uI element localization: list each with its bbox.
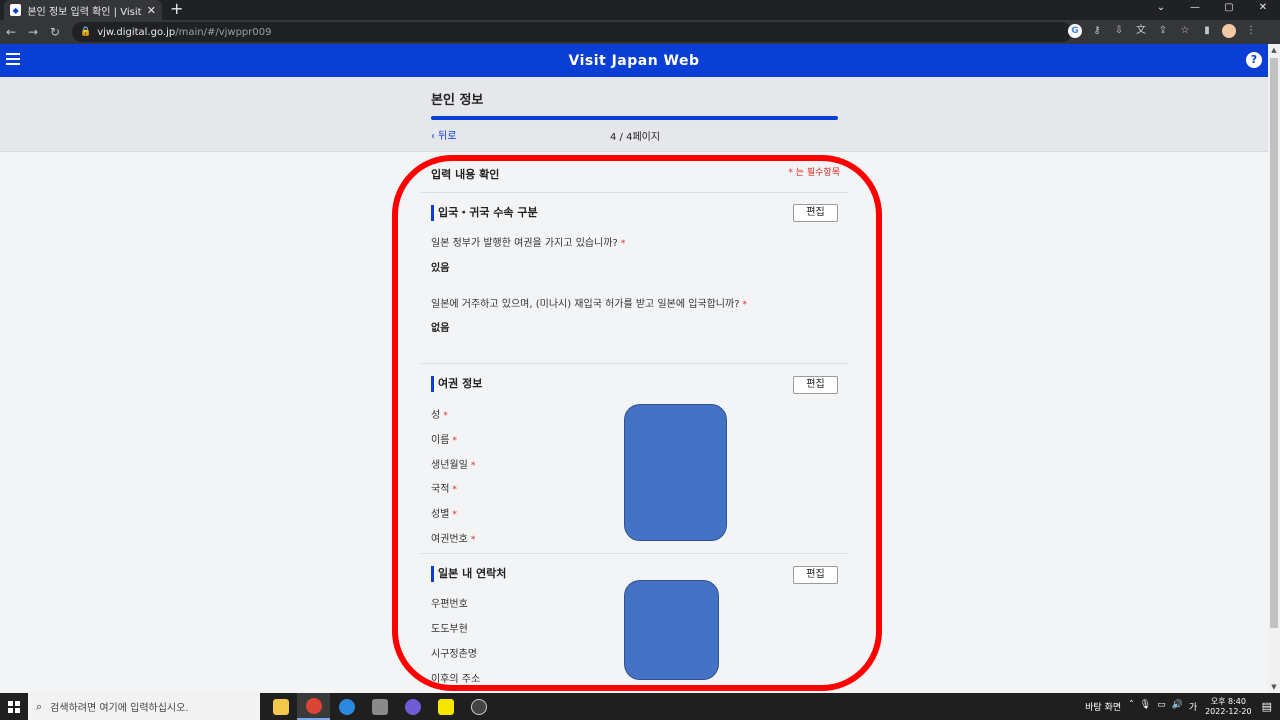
answer-reentry-permit: 없음 <box>431 323 450 334</box>
clock[interactable]: 오후 8:40 2022-12-20 <box>1205 697 1252 717</box>
label-address-rest: 이후의 주소 <box>431 674 481 685</box>
label-surname: 성 * <box>431 410 448 421</box>
site-favicon-icon: ◆ <box>10 4 22 16</box>
back-arrow-icon[interactable]: ← <box>0 25 22 39</box>
tab-search-icon[interactable]: ⌄ <box>1144 0 1178 20</box>
volume-icon[interactable]: 🔊 <box>1172 700 1183 713</box>
browser-tab-bar: ◆ 본인 정보 입력 확인 | Visit Japan Web ✕ + ⌄ — … <box>0 0 1280 20</box>
edge-icon[interactable] <box>330 693 363 720</box>
label-gender: 성별 * <box>431 509 457 520</box>
obs-icon[interactable] <box>462 693 495 720</box>
redaction-box-contact <box>624 580 719 680</box>
start-button[interactable] <box>0 693 28 720</box>
question-japanese-passport: 일본 정부가 발행한 여권을 가지고 있습니까? * <box>431 238 626 249</box>
edit-button-passport[interactable]: 편집 <box>793 376 838 394</box>
label-passport-number: 여권번호 * <box>431 534 476 545</box>
divider <box>421 553 848 554</box>
search-placeholder: 검색하려면 여기에 입력하십시오. <box>50 703 189 714</box>
desktop-toolbar-label[interactable]: 바탕 화면 <box>1085 700 1121 713</box>
address-bar[interactable]: 🔒 vjw.digital.go.jp /main/#/vjwppr009 <box>72 22 1072 42</box>
taskbar-search-input[interactable]: ⌕ 검색하려면 여기에 입력하십시오. <box>28 693 260 720</box>
app-icon[interactable] <box>363 693 396 720</box>
question-reentry-permit: 일본에 거주하고 있으며, (미나시) 재입국 허가를 받고 일본에 입국합니까… <box>431 299 748 310</box>
confirm-title: 입력 내용 확인 <box>431 168 500 181</box>
label-city: 시구정촌명 <box>431 649 477 660</box>
section-title-japan-contact: 일본 내 연락처 <box>431 566 506 582</box>
translate-icon[interactable]: 文 <box>1134 24 1148 38</box>
key-icon[interactable]: ⚷ <box>1090 24 1104 38</box>
back-link[interactable]: ‹ 뒤로 <box>431 127 457 142</box>
label-prefecture: 도도부현 <box>431 624 468 635</box>
label-given-name: 이름 * <box>431 435 457 446</box>
scroll-down-icon[interactable]: ▼ <box>1268 681 1280 693</box>
file-explorer-icon[interactable] <box>264 693 297 720</box>
section-title-entry-type: 입국・귀국 수속 구분 <box>431 205 538 221</box>
site-title: Visit Japan Web <box>568 52 700 69</box>
lock-icon: 🔒 <box>80 27 92 37</box>
browser-toolbar: ← → ↻ 🔒 vjw.digital.go.jp /main/#/vjwppr… <box>0 20 1280 44</box>
page-scrollbar[interactable]: ▲ ▼ <box>1268 44 1280 693</box>
progress-bar <box>431 116 838 120</box>
answer-japanese-passport: 있음 <box>431 263 450 274</box>
tab-close-icon[interactable]: ✕ <box>147 4 156 17</box>
chevron-up-icon[interactable]: ˄ <box>1129 700 1134 713</box>
label-nationality: 국적 * <box>431 484 457 495</box>
menu-dots-icon[interactable]: ⋮ <box>1244 24 1258 38</box>
tab-title: 본인 정보 입력 확인 | Visit Japan Web <box>27 6 142 18</box>
required-note: * 는 필수항목 <box>788 168 840 178</box>
chrome-icon[interactable] <box>297 693 330 720</box>
system-tray: 바탕 화면 ˄ 🎙 ▭ 🔊 가 오후 8:40 2022-12-20 ▤ <box>1085 693 1280 720</box>
chrome-profile-icon[interactable] <box>396 693 429 720</box>
reload-icon[interactable]: ↻ <box>44 25 66 39</box>
scroll-thumb[interactable] <box>1270 58 1278 628</box>
page-header: 본인 정보 ‹ 뒤로 4 / 4페이지 <box>0 77 1268 152</box>
close-window-button[interactable]: ✕ <box>1246 0 1280 20</box>
scroll-up-icon[interactable]: ▲ <box>1268 44 1280 56</box>
hamburger-menu-icon[interactable] <box>6 53 20 67</box>
extension-icons: G ⚷ ⇩ 文 ⇪ ☆ ▮ ⋮ <box>1068 24 1258 38</box>
edit-button-entry-type[interactable]: 편집 <box>793 204 838 222</box>
site-header: Visit Japan Web ? <box>0 44 1268 77</box>
google-icon[interactable]: G <box>1068 24 1082 38</box>
new-tab-button[interactable]: + <box>170 0 183 18</box>
maximize-button[interactable]: ▢ <box>1212 0 1246 20</box>
edit-button-japan-contact[interactable]: 편집 <box>793 566 838 584</box>
notification-icon[interactable]: ▤ <box>1262 700 1272 713</box>
taskbar-apps <box>264 693 495 720</box>
windows-logo-icon <box>8 700 20 713</box>
bookmark-star-icon[interactable]: ☆ <box>1178 24 1192 38</box>
minimize-button[interactable]: — <box>1178 0 1212 20</box>
kakaotalk-icon[interactable] <box>429 693 462 720</box>
install-icon[interactable]: ⇩ <box>1112 24 1126 38</box>
clock-date: 2022-12-20 <box>1205 706 1252 716</box>
ime-icon[interactable]: 가 <box>1189 700 1197 713</box>
section-title-passport: 여권 정보 <box>431 376 482 392</box>
window-controls: ⌄ — ▢ ✕ <box>1144 0 1280 20</box>
divider <box>421 363 848 364</box>
windows-taskbar: ⌕ 검색하려면 여기에 입력하십시오. 바탕 화면 ˄ 🎙 ▭ 🔊 가 오후 8… <box>0 693 1280 720</box>
url-path: /main/#/vjwppr009 <box>175 26 272 38</box>
search-icon: ⌕ <box>36 699 43 713</box>
share-icon[interactable]: ⇪ <box>1156 24 1170 38</box>
redaction-box-passport <box>624 404 727 541</box>
sidepanel-icon[interactable]: ▮ <box>1200 24 1214 38</box>
network-icon[interactable]: ▭ <box>1157 700 1166 713</box>
page-count: 4 / 4페이지 <box>610 132 661 143</box>
url-host: vjw.digital.go.jp <box>97 26 176 38</box>
tray-icons: ˄ 🎙 ▭ 🔊 가 <box>1129 700 1197 713</box>
page-title: 본인 정보 <box>431 93 484 108</box>
forward-arrow-icon[interactable]: → <box>22 25 44 39</box>
microphone-icon[interactable]: 🎙 <box>1140 700 1151 713</box>
profile-avatar-icon[interactable] <box>1222 24 1236 38</box>
help-icon[interactable]: ? <box>1246 52 1262 68</box>
browser-tab[interactable]: ◆ 본인 정보 입력 확인 | Visit Japan Web ✕ <box>4 0 162 20</box>
label-birthdate: 생년월일 * <box>431 460 476 471</box>
divider <box>421 192 848 193</box>
confirm-content: 입력 내용 확인 * 는 필수항목 입국・귀국 수속 구분 편집 일본 정부가 … <box>421 152 848 693</box>
clock-time: 오후 8:40 <box>1210 696 1246 706</box>
label-postal-code: 우편번호 <box>431 599 468 610</box>
